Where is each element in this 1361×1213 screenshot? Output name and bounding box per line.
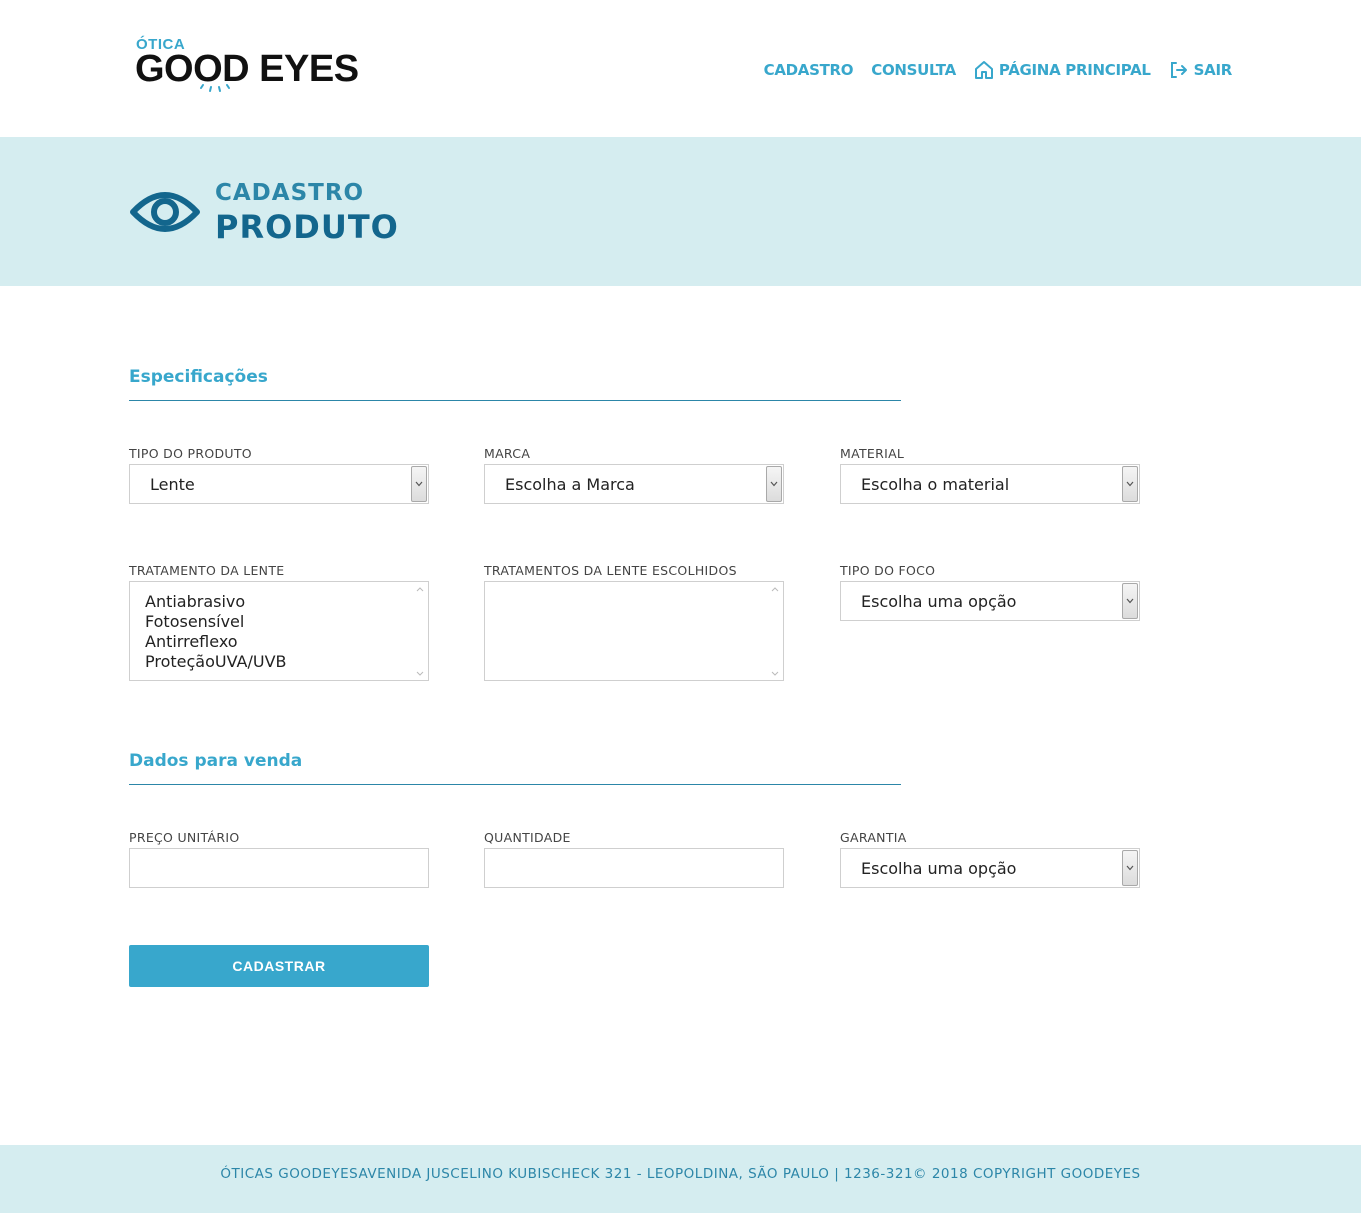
logo-rays-icon <box>200 84 230 92</box>
tipo-produto-value: Lente <box>150 475 195 494</box>
home-icon <box>974 61 993 79</box>
chevron-up-icon[interactable] <box>415 584 425 594</box>
main-nav: CADASTRO CONSULTA PÁGINA PRINCIPAL SAIR <box>764 58 1232 82</box>
logout-icon <box>1170 62 1187 78</box>
chevron-down-icon <box>1122 466 1138 502</box>
garantia-select[interactable]: Escolha uma opção <box>840 848 1140 888</box>
banner-subtitle: CADASTRO <box>215 180 365 206</box>
garantia-value: Escolha uma opção <box>861 859 1017 878</box>
material-label: MATERIAL <box>840 446 905 461</box>
cadastrar-button[interactable]: CADASTRAR <box>129 945 429 987</box>
chevron-up-icon[interactable] <box>770 584 780 594</box>
tratamento-scrollbar[interactable] <box>412 582 428 680</box>
list-item[interactable]: Fotosensível <box>145 612 287 632</box>
list-item[interactable]: Antirreflexo <box>145 632 287 652</box>
tratamento-label: TRATAMENTO DA LENTE <box>129 563 285 578</box>
eye-icon <box>130 192 200 232</box>
quantidade-input[interactable] <box>484 848 784 888</box>
quantidade-label: QUANTIDADE <box>484 830 571 845</box>
chevron-down-icon <box>1122 850 1138 886</box>
nav-logout[interactable]: SAIR <box>1169 60 1232 80</box>
nav-home[interactable]: PÁGINA PRINCIPAL <box>974 60 1151 80</box>
logo-main-text: GOOD EYES <box>135 48 359 90</box>
tratamentos-escolhidos-scrollbar[interactable] <box>767 582 783 680</box>
nav-logout-label: SAIR <box>1193 61 1233 79</box>
nav-home-label: PÁGINA PRINCIPAL <box>998 61 1151 79</box>
nav-cadastro[interactable]: CADASTRO <box>764 61 854 79</box>
material-value: Escolha o material <box>861 475 1010 494</box>
nav-consulta[interactable]: CONSULTA <box>871 61 956 79</box>
sale-section-title: Dados para venda <box>129 751 303 771</box>
tipo-foco-select[interactable]: Escolha uma opção <box>840 581 1140 621</box>
garantia-label: GARANTIA <box>840 830 907 845</box>
specs-divider <box>129 400 901 401</box>
good-eyes-logo[interactable]: ÓTICA GOOD EYES <box>135 36 375 96</box>
site-footer: ÓTICAS GOODEYESAVENIDA JUSCELINO KUBISCH… <box>0 1145 1361 1213</box>
chevron-down-icon <box>1122 583 1138 619</box>
page-banner: CADASTRO PRODUTO <box>0 137 1361 286</box>
chevron-down-icon <box>411 466 427 502</box>
marca-select[interactable]: Escolha a Marca <box>484 464 784 504</box>
list-item[interactable]: ProteçãoUVA/UVB <box>145 652 287 672</box>
page-title: PRODUTO <box>215 208 399 246</box>
list-item[interactable]: Antiabrasivo <box>145 592 287 612</box>
preco-label: PREÇO UNITÁRIO <box>129 830 240 845</box>
marca-label: MARCA <box>484 446 531 461</box>
site-header: ÓTICA GOOD EYES CADASTRO CONSULTA PÁGINA… <box>0 0 1361 137</box>
tratamento-options: Antiabrasivo Fotosensível Antirreflexo P… <box>145 592 287 672</box>
specs-section-title: Especificações <box>129 367 268 387</box>
tipo-produto-label: TIPO DO PRODUTO <box>129 446 252 461</box>
marca-value: Escolha a Marca <box>505 475 635 494</box>
chevron-down-icon[interactable] <box>770 668 780 678</box>
tratamento-listbox[interactable]: Antiabrasivo Fotosensível Antirreflexo P… <box>129 581 429 681</box>
material-select[interactable]: Escolha o material <box>840 464 1140 504</box>
tratamentos-escolhidos-label: TRATAMENTOS DA LENTE ESCOLHIDOS <box>484 563 737 578</box>
footer-text: ÓTICAS GOODEYESAVENIDA JUSCELINO KUBISCH… <box>220 1166 1141 1182</box>
chevron-down-icon <box>766 466 782 502</box>
chevron-down-icon[interactable] <box>415 668 425 678</box>
nav-consulta-label: CONSULTA <box>871 61 956 79</box>
tipo-produto-select[interactable]: Lente <box>129 464 429 504</box>
tipo-foco-value: Escolha uma opção <box>861 592 1017 611</box>
tratamentos-escolhidos-listbox[interactable] <box>484 581 784 681</box>
nav-cadastro-label: CADASTRO <box>763 61 854 79</box>
preco-input[interactable] <box>129 848 429 888</box>
tipo-foco-label: TIPO DO FOCO <box>840 563 936 578</box>
sale-divider <box>129 784 901 785</box>
